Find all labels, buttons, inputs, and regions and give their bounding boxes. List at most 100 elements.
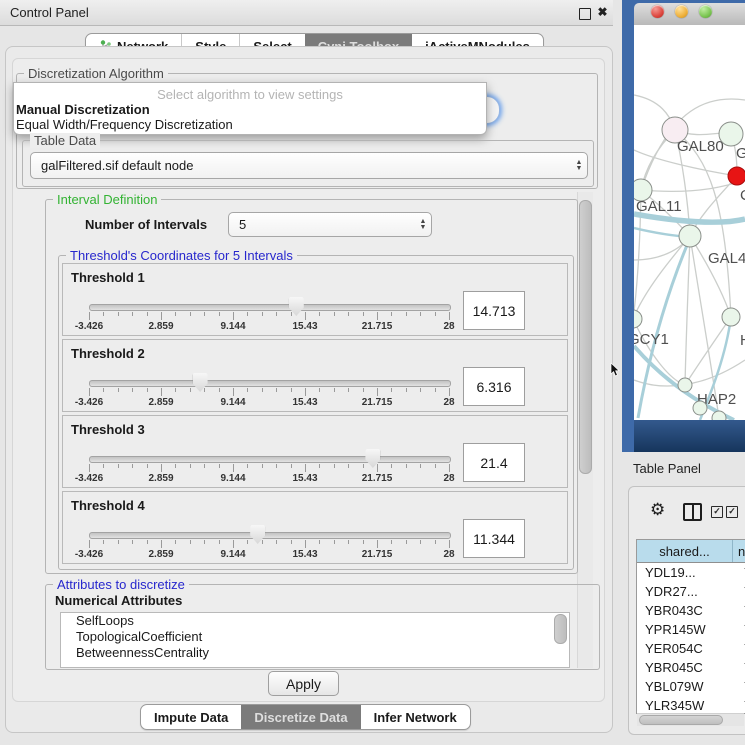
table-row[interactable]: YBL079WYBL0 [637, 677, 745, 696]
node-label: GAL11 [636, 198, 682, 215]
float-window-icon[interactable] [579, 8, 591, 20]
tick-mark [132, 464, 133, 468]
table-row[interactable]: YPR145WYPR1 [637, 620, 745, 639]
close-icon[interactable]: ✖ [596, 6, 609, 19]
attribute-list-item[interactable]: TopologicalCoefficient [61, 629, 569, 645]
tick-label: 9.144 [220, 549, 245, 560]
table-row[interactable]: YDL19...YDL1 [637, 563, 745, 582]
network-node-gal4[interactable] [679, 225, 701, 247]
algorithm-option[interactable]: Manual Discretization [16, 102, 150, 117]
threshold-slider-track[interactable] [89, 532, 451, 539]
traffic-light-zoom-icon[interactable] [699, 5, 712, 18]
table-hscrollbar-thumb[interactable] [639, 715, 723, 725]
network-node[interactable] [712, 411, 726, 420]
tick-mark [276, 312, 277, 316]
table-row[interactable]: YBR043CYBR0 [637, 601, 745, 620]
tick-mark [118, 388, 119, 392]
tick-label: 15.43 [292, 473, 317, 484]
number-of-intervals-combobox[interactable]: 5 ▲▼ [228, 212, 432, 237]
network-node-h[interactable] [722, 308, 740, 326]
table-header-shared[interactable]: shared... [637, 540, 733, 562]
threshold-value-field[interactable]: 21.4 [463, 443, 525, 482]
algorithm-option[interactable]: Equal Width/Frequency Discretization [16, 117, 233, 132]
checkbox-checked-icon[interactable]: ✓ [711, 506, 723, 518]
tick-label: 21.715 [362, 321, 393, 332]
tab-bottom-infer-network[interactable]: Infer Network [361, 705, 470, 729]
threshold-slider-track[interactable] [89, 456, 451, 463]
attributes-scrollbar-thumb[interactable] [554, 614, 567, 644]
tick-mark [147, 464, 148, 468]
cell-name: YBL0 [741, 677, 745, 696]
node-label: GA [736, 145, 745, 162]
threshold-title: Threshold 4 [71, 498, 145, 513]
tick-mark [118, 464, 119, 468]
attributes-group-label: Attributes to discretize [53, 577, 189, 592]
slider-tick-labels: -3.4262.8599.14415.4321.71528 [89, 549, 449, 561]
tick-mark [233, 312, 234, 320]
tick-mark [219, 540, 220, 544]
tick-mark [204, 312, 205, 316]
network-node-c[interactable] [728, 167, 745, 185]
tick-mark [247, 464, 248, 468]
number-of-intervals-value: 5 [229, 217, 415, 232]
gear-icon[interactable]: ⚙ [650, 500, 665, 520]
tick-mark [233, 388, 234, 396]
split-pane-icon[interactable] [683, 503, 702, 521]
tick-label: 9.144 [220, 321, 245, 332]
tick-mark [276, 388, 277, 392]
tab-bottom-discretize-data[interactable]: Discretize Data [241, 705, 360, 729]
attribute-list-item[interactable]: BetweennessCentrality [61, 645, 569, 661]
settings-scrollbar-thumb[interactable] [579, 200, 592, 474]
tick-mark [219, 312, 220, 316]
threshold-value-field[interactable]: 11.344 [463, 519, 525, 558]
table-data-combobox[interactable]: galFiltered.sif default node ▲▼ [30, 152, 588, 179]
table-header-name[interactable]: na [733, 540, 745, 562]
threshold-slider-track[interactable] [89, 380, 451, 387]
tick-mark [147, 388, 148, 392]
table-row[interactable]: YER054CYER0 [637, 639, 745, 658]
apply-button[interactable]: Apply [268, 671, 339, 696]
table-row[interactable]: YDR27...YDR2 [637, 582, 745, 601]
cell-shared-name: YDR27... [637, 582, 741, 601]
numerical-attributes-list[interactable]: SelfLoopsTopologicalCoefficientBetweenne… [60, 612, 570, 668]
network-node[interactable] [693, 401, 707, 415]
algorithm-popup: Select algorithm to view settings Manual… [13, 82, 487, 135]
table-data-label: Table Data [30, 133, 100, 148]
checkbox-checked-icon-2[interactable]: ✓ [726, 506, 738, 518]
node-attribute-table[interactable]: shared... na YDL19...YDL1YDR27...YDR2YBR… [636, 539, 745, 714]
tick-mark [305, 540, 306, 548]
bottom-tab-bar: Impute DataDiscretize DataInfer Network [140, 704, 471, 730]
tick-mark [391, 464, 392, 468]
network-node-hap2[interactable] [678, 378, 692, 392]
threshold-value-field[interactable]: 6.316 [463, 367, 525, 406]
tick-mark [247, 540, 248, 544]
interval-definition-label: Interval Definition [53, 192, 161, 207]
tick-mark [161, 464, 162, 472]
attribute-list-item[interactable]: SelfLoops [61, 613, 569, 629]
tick-label: 2.859 [148, 549, 173, 560]
network-window-titlebar[interactable] [634, 3, 745, 26]
threshold-slider-track[interactable] [89, 304, 451, 311]
control-panel-header [0, 0, 613, 26]
tab-bottom-impute-data[interactable]: Impute Data [141, 705, 241, 729]
traffic-light-minimize-icon[interactable] [675, 5, 688, 18]
control-panel-title: Control Panel [10, 5, 89, 20]
cell-name: YPR1 [741, 620, 745, 639]
table-row[interactable]: YLR345WYLR3 [637, 696, 745, 714]
tick-mark [103, 388, 104, 392]
tick-mark [305, 464, 306, 472]
cell-name: YDL1 [741, 563, 745, 582]
network-node-gcy1[interactable] [634, 310, 642, 328]
table-body: YDL19...YDL1YDR27...YDR2YBR043CYBR0YPR14… [637, 563, 745, 714]
traffic-light-close-icon[interactable] [651, 5, 664, 18]
tick-mark [449, 312, 450, 320]
tick-mark [391, 540, 392, 544]
table-row[interactable]: YBR045CYBR0 [637, 658, 745, 677]
threshold-value-field[interactable]: 14.713 [463, 291, 525, 330]
tick-mark [132, 312, 133, 316]
network-node-ga[interactable] [719, 122, 743, 146]
tick-mark [262, 388, 263, 392]
tick-label: -3.426 [75, 321, 103, 332]
cell-shared-name: YPR145W [637, 620, 741, 639]
node-label: GCY1 [634, 331, 669, 348]
